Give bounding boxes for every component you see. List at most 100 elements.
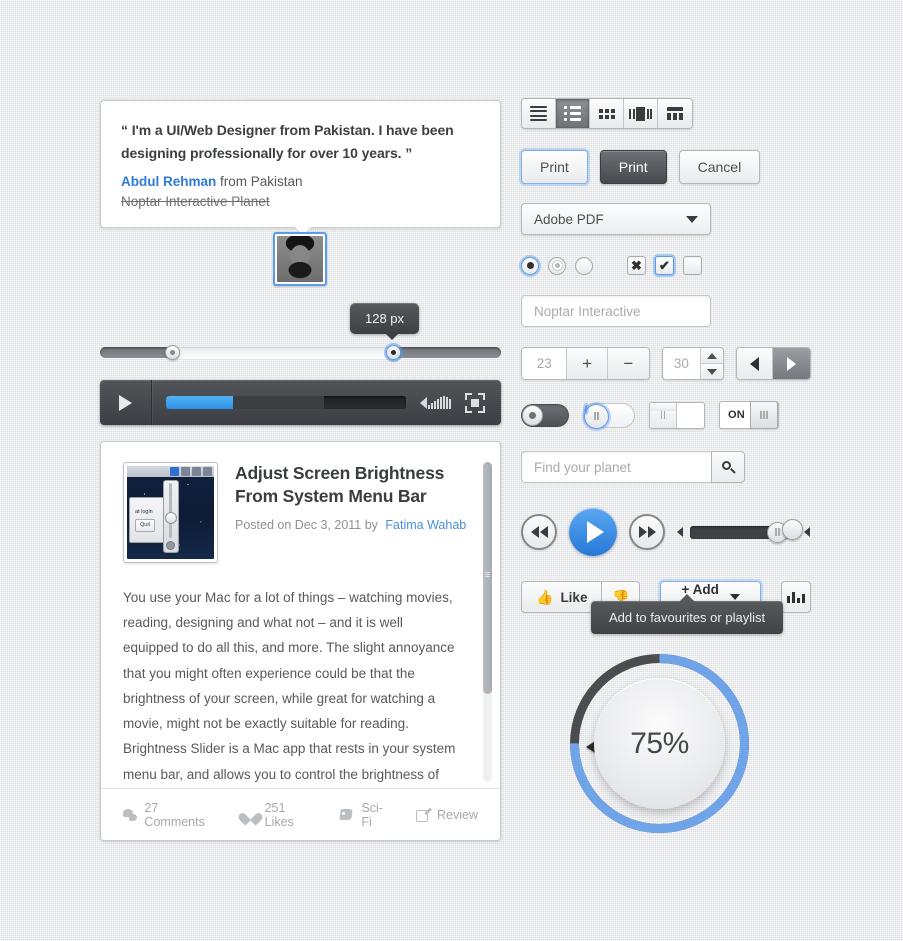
rewind-button[interactable] [521,514,557,550]
stepper-minus-button[interactable]: − [608,348,649,379]
thumbnail-brightness-slider [162,480,179,553]
article-thumbnail[interactable]: at login Quit [123,462,218,563]
toggle-grip-icon [750,401,778,429]
spinner-down-button[interactable] [701,364,723,379]
name-input[interactable]: Noptar Interactive [521,295,711,327]
toggle-pill-focused[interactable] [583,402,635,429]
toggle-square-grip[interactable] [649,401,705,429]
speaker-high-icon[interactable] [804,527,810,537]
like-label: Like [560,589,588,605]
player-volume-icon[interactable] [420,396,451,409]
footer-review[interactable]: Review [415,806,478,822]
view-mode-grid[interactable] [590,99,624,128]
footer-likes[interactable]: 251 Likes [237,801,316,829]
progress-gauge[interactable]: 75% [568,652,751,835]
footer-tag-label: Sci-Fi [361,800,383,829]
player-progress-bar[interactable] [166,396,406,409]
forward-button[interactable] [629,514,665,550]
list-view-icon [530,105,547,122]
view-mode-list[interactable] [522,99,556,128]
article-body: at login Quit Adjust Screen Brightness F… [101,442,500,812]
stepper-value[interactable]: 23 [522,348,568,379]
search-input[interactable]: Find your planet [521,451,711,483]
toggle-row: ON [521,401,811,429]
player-play-button[interactable] [100,380,152,425]
article-author-link[interactable]: Fatima Wahab [385,518,466,532]
edit-icon [415,806,433,822]
quote-site: Noptar Interactive Planet [121,193,270,209]
radio-selected-gray[interactable] [548,256,566,275]
checkbox-mixed[interactable]: ✖ [627,256,646,275]
view-mode-calendar[interactable] [658,99,692,128]
player-progress-fill [166,396,234,409]
range-fill [172,347,393,358]
choice-controls-row: ✖ ✔ [521,256,811,275]
spinner-arrows[interactable] [701,348,723,379]
view-mode-detail-list[interactable] [556,99,590,128]
search-placeholder: Find your planet [534,459,631,475]
checkbox-empty[interactable] [683,256,702,275]
article-footer: 27 Comments 251 Likes Sci-Fi Review [101,788,500,840]
prev-button[interactable] [736,348,774,379]
view-mode-segmented-control[interactable] [521,98,693,129]
toggle-on-label[interactable]: ON [719,401,779,429]
speaker-low-icon[interactable] [677,527,683,537]
comment-icon [123,808,138,821]
next-button[interactable] [773,348,810,379]
scrollbar-thumb[interactable] [483,462,492,694]
toggle-dark-knob[interactable] [521,403,569,427]
play-button[interactable] [569,508,617,556]
thumbnail-menubar [127,466,214,477]
footer-tag[interactable]: Sci-Fi [339,800,392,829]
textfield-row: Noptar Interactive [521,295,811,327]
article-scrollbar[interactable] [483,462,492,782]
menubar-icon-sync [181,467,190,476]
bar-chart-icon [786,596,790,603]
chevron-down-icon [706,368,717,375]
view-mode-coverflow[interactable] [624,99,658,128]
dialog-button-row: Print Print Cancel [521,150,811,184]
right-column: Print Print Cancel Adobe PDF ✖ ✔ Noptar … [521,98,811,613]
add-to-tooltip: Add to favourites or playlist [591,594,784,634]
search-row: Find your planet [521,451,811,483]
volume-bars-icon [428,396,451,409]
range-slider[interactable] [100,345,501,360]
bar-chart-icon [791,592,795,603]
detail-list-view-icon [564,106,581,121]
spinner-up-button[interactable] [701,348,723,364]
thumbnail-menu-quit: Quit [135,519,156,532]
spinner-value[interactable]: 30 [662,348,702,379]
toggle-grip-icon [584,403,609,429]
search-button[interactable] [711,451,745,483]
stepper-plus-button[interactable]: + [567,348,609,379]
footer-comments[interactable]: 27 Comments [123,801,219,829]
coverflow-view-icon [629,106,652,121]
tag-icon [339,808,354,821]
printer-select-value: Adobe PDF [534,211,604,227]
calendar-view-icon [667,107,683,120]
avatar[interactable] [273,232,327,286]
stats-button[interactable] [780,581,811,613]
article-header: at login Quit Adjust Screen Brightness F… [123,462,478,563]
print-button-focused[interactable]: Print [521,150,588,184]
cancel-button[interactable]: Cancel [678,150,761,184]
volume-control [677,518,810,543]
radio-empty[interactable] [575,256,593,275]
volume-handle[interactable] [767,518,803,543]
volume-slider[interactable] [690,518,803,543]
chevron-down-icon [729,594,740,600]
print-button-default[interactable]: Print [599,150,667,184]
quote-author-name[interactable]: Abdul Rehman [121,174,216,189]
prev-next-control[interactable] [735,347,811,380]
range-handle-right[interactable] [385,345,401,360]
spinner[interactable]: 30 [661,347,724,380]
menubar-icon-volume [192,467,201,476]
radio-selected-focused[interactable] [521,256,539,275]
thumbs-up-icon: 👍 [536,588,554,605]
checkbox-checked[interactable]: ✔ [655,256,674,275]
bar-chart-icon [801,594,805,603]
quote-bubble: “ I'm a UI/Web Designer from Pakistan. I… [100,100,501,228]
fullscreen-icon[interactable] [465,392,485,413]
plus-minus-stepper[interactable]: 23 + − [521,347,650,380]
printer-select[interactable]: Adobe PDF [521,203,711,235]
